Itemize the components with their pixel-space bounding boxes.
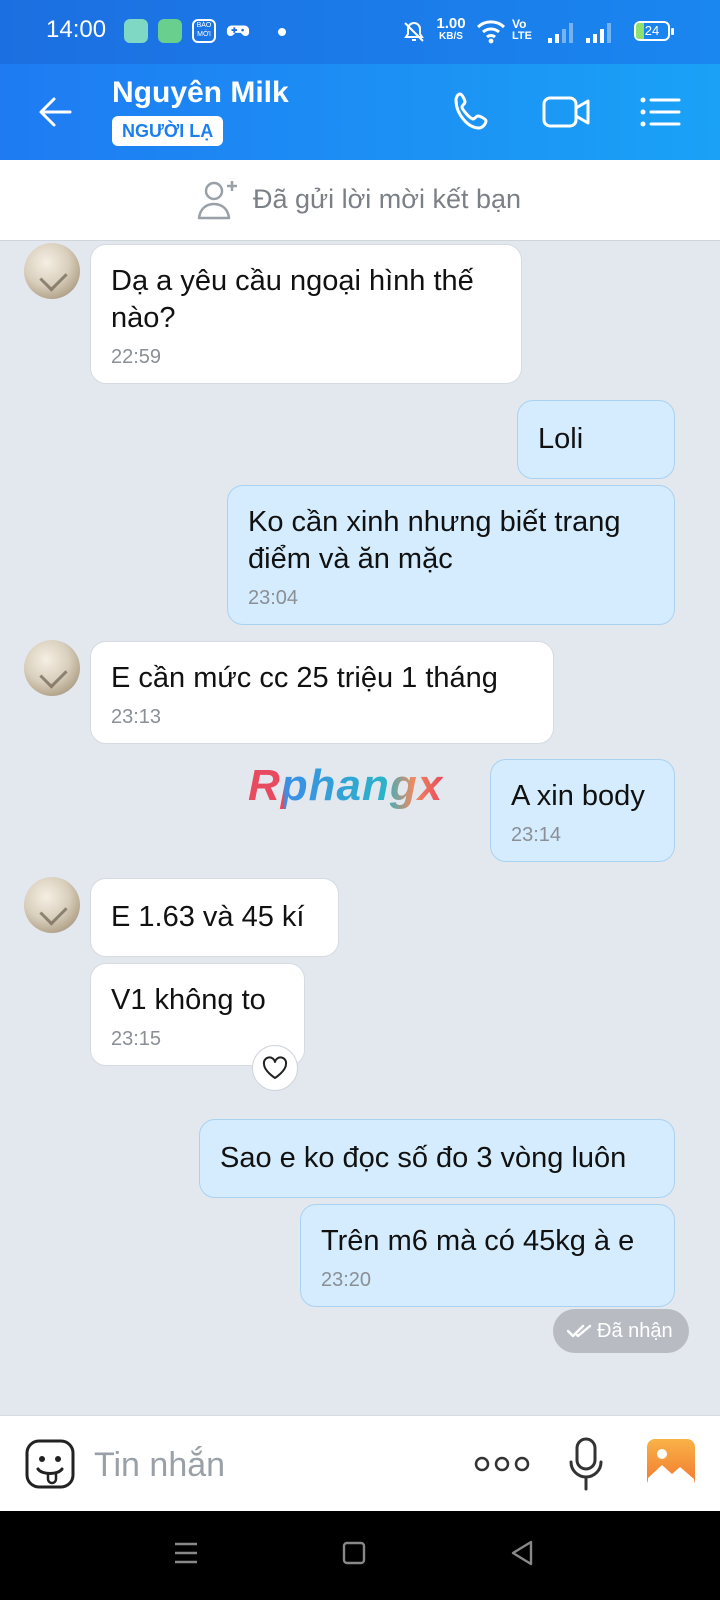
contact-avatar[interactable] <box>24 243 80 299</box>
message-text: E cần mức cc 25 triệu 1 tháng <box>111 662 498 694</box>
message-list[interactable]: Dạ a yêu cầu ngoại hình thế nào? 22:59 L… <box>0 241 720 1415</box>
game-controller-icon <box>226 25 250 36</box>
message-input-bar <box>0 1415 720 1511</box>
message-time: 23:13 <box>111 706 162 728</box>
message-text: Sao e ko đọc số đo 3 vòng luôn <box>220 1142 627 1174</box>
news-app-icon: BÁO MỚI <box>192 19 216 43</box>
outgoing-message[interactable]: Ko cần xinh nhưng biết trang điểm và ăn … <box>227 485 675 625</box>
message-text: Trên m6 mà có 45kg à e <box>321 1225 635 1257</box>
message-time: 22:59 <box>111 346 162 368</box>
message-time: 23:20 <box>321 1269 372 1291</box>
status-bar: 14:00 BÁO MỚI 1.00 KB/S Vo LTE 24 <box>0 0 720 64</box>
outgoing-message[interactable]: Loli <box>517 400 675 479</box>
message-time: 23:04 <box>248 587 299 609</box>
outgoing-message[interactable]: A xin body 23:14 <box>490 759 675 862</box>
network-speed: 1.00 KB/S <box>434 16 468 43</box>
incoming-message[interactable]: E cần mức cc 25 triệu 1 tháng 23:13 <box>90 641 554 744</box>
recent-apps-icon[interactable] <box>174 1539 198 1567</box>
react-heart-button[interactable] <box>252 1045 298 1091</box>
video-call-icon[interactable] <box>538 84 594 140</box>
battery-icon: 24 <box>634 21 674 41</box>
chat-header: Nguyên Milk NGƯỜI LẠ <box>0 64 720 160</box>
friend-request-bar[interactable]: Đã gửi lời mời kết bạn <box>0 160 720 241</box>
photo-gallery-icon[interactable] <box>646 1438 696 1488</box>
status-time: 14:00 <box>46 16 107 43</box>
outgoing-message[interactable]: Sao e ko đọc số đo 3 vòng luôn <box>199 1119 675 1198</box>
message-text: E 1.63 và 45 kí <box>111 901 305 933</box>
double-check-icon <box>567 1324 592 1338</box>
signal-sim1-icon <box>548 23 573 43</box>
emoji-sticker-icon[interactable] <box>24 1438 76 1490</box>
heart-icon <box>262 1056 288 1079</box>
contact-name[interactable]: Nguyên Milk <box>112 76 289 110</box>
phone-call-icon[interactable] <box>444 84 500 140</box>
message-text: A xin body <box>511 780 645 812</box>
incoming-message[interactable]: E 1.63 và 45 kí <box>90 878 339 957</box>
app-notification-icon <box>124 19 148 43</box>
stranger-badge: NGƯỜI LẠ <box>112 116 224 146</box>
app-notification-icon <box>158 19 182 43</box>
home-icon[interactable] <box>342 1539 366 1567</box>
more-notifications-dot <box>278 28 286 36</box>
incoming-message[interactable]: Dạ a yêu cầu ngoại hình thế nào? 22:59 <box>90 244 522 384</box>
volte-label-bottom: LTE <box>512 30 532 42</box>
message-time: 23:14 <box>511 824 562 846</box>
message-text: V1 không to <box>111 984 266 1016</box>
system-navigation-bar <box>0 1511 720 1600</box>
menu-list-icon[interactable] <box>632 84 688 140</box>
mute-bell-icon <box>404 21 424 42</box>
message-input[interactable] <box>92 1440 436 1490</box>
more-options-icon[interactable] <box>474 1452 530 1476</box>
watermark-logo: Rphangx <box>248 761 444 810</box>
message-text: Ko cần xinh nhưng biết trang điểm và ăn … <box>248 506 621 575</box>
network-speed-unit: KB/S <box>439 31 463 42</box>
add-friend-icon <box>197 181 237 220</box>
back-arrow-icon[interactable] <box>32 88 80 136</box>
back-nav-icon[interactable] <box>510 1539 534 1567</box>
contact-avatar[interactable] <box>24 877 80 933</box>
delivery-status-text: Đã nhận <box>597 1320 673 1342</box>
message-text: Loli <box>538 423 584 455</box>
friend-request-status: Đã gửi lời mời kết bạn <box>253 184 522 214</box>
outgoing-message[interactable]: Trên m6 mà có 45kg à e 23:20 <box>300 1204 675 1307</box>
microphone-icon[interactable] <box>568 1436 604 1492</box>
volte-indicator: Vo LTE <box>512 18 540 43</box>
battery-level: 24 <box>644 23 660 38</box>
message-time: 23:15 <box>111 1028 162 1050</box>
delivery-status-badge: Đã nhận <box>553 1309 689 1353</box>
contact-avatar[interactable] <box>24 640 80 696</box>
volte-label-top: Vo <box>512 17 527 31</box>
message-text: Dạ a yêu cầu ngoại hình thế nào? <box>111 265 474 334</box>
signal-sim2-icon <box>586 23 611 43</box>
wifi-icon <box>476 20 506 44</box>
network-speed-value: 1.00 <box>436 15 466 32</box>
